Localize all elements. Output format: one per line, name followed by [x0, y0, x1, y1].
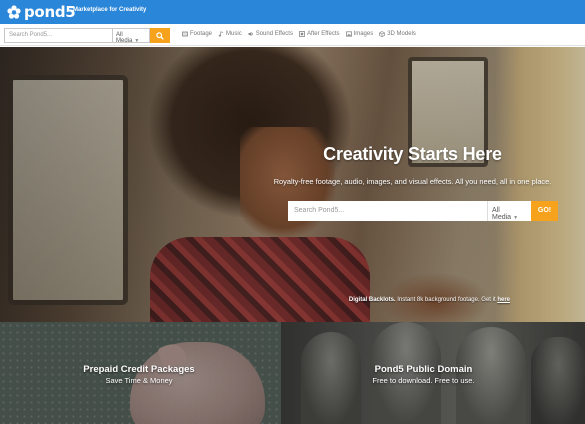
digital-backlots-promo: Digital Backlots. Instant 8k background …: [300, 297, 510, 303]
hero-media-select[interactable]: All Media ▼: [487, 201, 531, 221]
nav-label: After Effects: [306, 31, 340, 37]
pond5-logo[interactable]: pond5: [6, 3, 76, 21]
tile-subtitle: Save Time & Money: [105, 376, 173, 385]
nav-images[interactable]: Images: [345, 31, 374, 37]
cube-icon: [379, 31, 386, 37]
logo-text: pond5: [24, 3, 76, 21]
hero-go-button[interactable]: GO!: [531, 201, 558, 221]
tile-title: Prepaid Credit Packages: [83, 364, 195, 375]
search-button[interactable]: [150, 28, 170, 43]
nav-label: Footage: [190, 31, 213, 37]
backlot-bold: Digital Backlots.: [348, 297, 396, 303]
nav-after-effects[interactable]: After Effects: [299, 31, 340, 37]
tile-prepaid-credits[interactable]: Prepaid Credit Packages Save Time & Mone…: [0, 322, 281, 424]
search-input[interactable]: Search Pond5...: [4, 28, 112, 43]
hero-title: Creativity Starts Here: [323, 144, 502, 164]
hero-media-value: All Media: [492, 207, 512, 221]
hero-banner: Creativity Starts Here Royalty-free foot…: [0, 47, 585, 322]
hero-subtitle: Royalty-free footage, audio, images, and…: [273, 177, 552, 186]
tile-title: Pond5 Public Domain: [374, 364, 473, 375]
music-icon: [218, 31, 224, 37]
media-nav: Footage Music Sound Effects After Effect…: [182, 31, 422, 37]
backlot-text: Instant 8k background footage. Get it: [395, 297, 498, 303]
media-type-select[interactable]: All Media ▼: [112, 28, 150, 44]
nav-label: 3D Models: [387, 31, 416, 37]
media-type-value: All Media: [116, 32, 133, 44]
image-icon: [345, 31, 352, 37]
nav-label: Sound Effects: [255, 31, 293, 37]
flower-icon: [7, 5, 21, 19]
nav-label: Images: [353, 31, 374, 37]
hero-search-input[interactable]: Search Pond5...: [288, 201, 487, 221]
speaker-icon: [248, 31, 253, 37]
nav-footage[interactable]: Footage: [182, 31, 212, 37]
nav-3d-models[interactable]: 3D Models: [379, 31, 416, 37]
nav-music[interactable]: Music: [218, 31, 242, 37]
tile-subtitle: Free to download. Free to use.: [372, 376, 475, 385]
film-icon: [182, 31, 188, 37]
backlot-link[interactable]: here: [497, 297, 510, 303]
top-bar: pond5 Marketplace for Creativity: [0, 0, 585, 24]
nav-label: Music: [226, 31, 242, 37]
nav-sound-effects[interactable]: Sound Effects: [248, 31, 293, 37]
layers-icon: [299, 31, 305, 37]
tile-public-domain[interactable]: Pond5 Public Domain Free to download. Fr…: [281, 322, 585, 424]
search-icon: [156, 32, 164, 40]
chevron-down-icon: ▼: [134, 38, 140, 44]
tagline: Marketplace for Creativity: [73, 7, 147, 13]
search-row: Search Pond5... All Media ▼ Footage Music…: [0, 24, 585, 46]
chevron-down-icon: ▼: [513, 215, 519, 221]
